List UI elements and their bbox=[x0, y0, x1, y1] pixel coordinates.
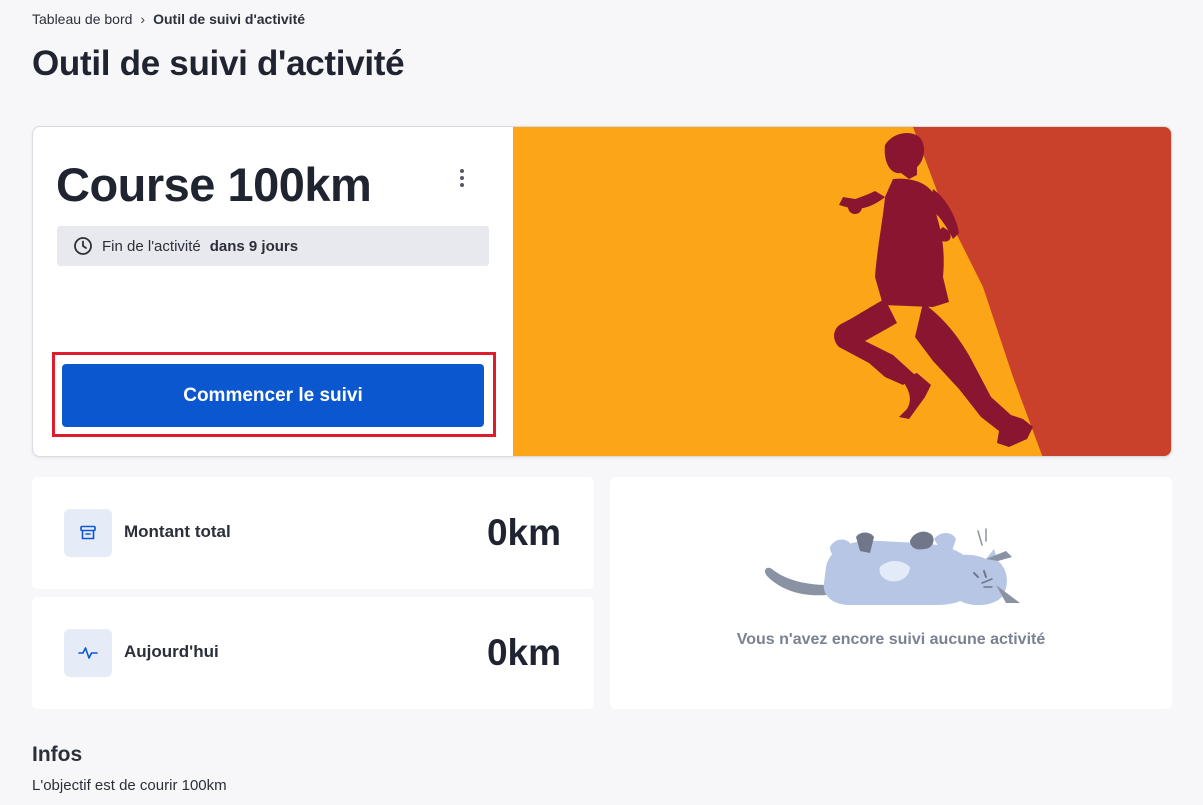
stat-value-today: 0km bbox=[486, 632, 561, 673]
sleeping-cat-illustration bbox=[765, 528, 1020, 606]
page-title: Outil de suivi d'activité bbox=[32, 44, 405, 83]
infos-description: L'objectif est de courir 100km bbox=[32, 777, 227, 794]
breadcrumb-link-dashboard[interactable]: Tableau de bord bbox=[32, 11, 132, 27]
clock-icon bbox=[74, 237, 92, 255]
runner-illustration bbox=[513, 127, 1171, 456]
empty-state-message: Vous n'avez encore suivi aucune activité bbox=[736, 631, 1046, 648]
stat-label-today: Aujourd'hui bbox=[124, 642, 219, 661]
activity-end-label: Fin de l'activité bbox=[102, 237, 201, 255]
activity-end-info: Fin de l'activité dans 9 jours bbox=[57, 226, 489, 266]
breadcrumb-current: Outil de suivi d'activité bbox=[153, 11, 306, 27]
start-tracking-button[interactable]: Commencer le suivi bbox=[62, 364, 484, 427]
activity-hero-content: Course 100km Fin de l'activité dans 9 jo… bbox=[33, 127, 513, 456]
activity-end-value: dans 9 jours bbox=[209, 237, 299, 255]
stat-label-total: Montant total bbox=[124, 522, 231, 541]
activity-pulse-icon bbox=[64, 629, 112, 677]
more-options-icon[interactable] bbox=[453, 167, 471, 189]
infos-heading: Infos bbox=[32, 743, 83, 766]
activity-hero-card: Course 100km Fin de l'activité dans 9 jo… bbox=[32, 126, 1172, 457]
activity-title: Course 100km bbox=[56, 158, 372, 211]
stat-card-today: Aujourd'hui 0km bbox=[32, 597, 594, 709]
breadcrumb: Tableau de bord › Outil de suivi d'activ… bbox=[32, 11, 305, 27]
archive-icon bbox=[64, 509, 112, 557]
stat-value-total: 0km bbox=[486, 512, 561, 553]
stat-card-total: Montant total 0km bbox=[32, 477, 594, 589]
chevron-right-icon: › bbox=[140, 11, 146, 27]
empty-state-card: Vous n'avez encore suivi aucune activité bbox=[610, 477, 1172, 709]
